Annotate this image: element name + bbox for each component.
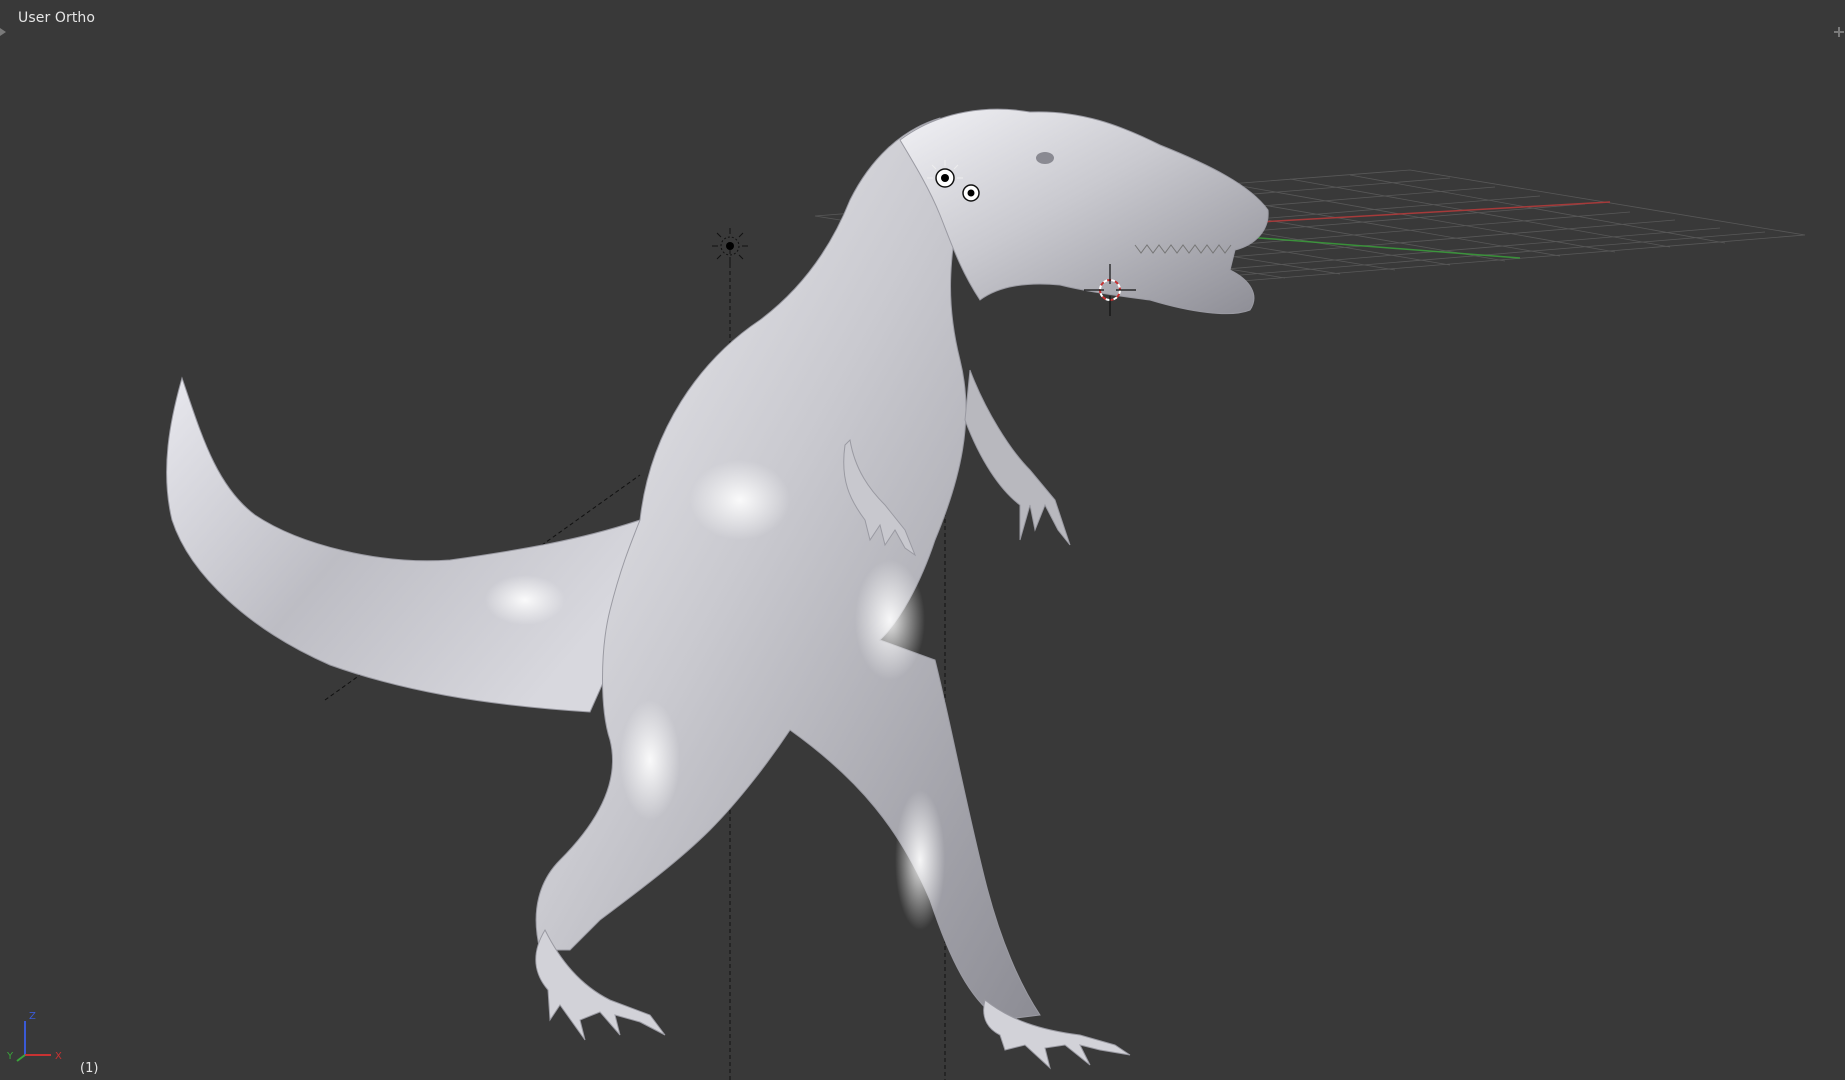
axis-label-x: X (55, 1051, 62, 1062)
axis-label-y: Y (6, 1051, 14, 1062)
specular-highlight (855, 560, 925, 680)
trex-head (899, 108, 1269, 315)
specular-highlight (620, 700, 680, 820)
trex-tail (166, 376, 641, 713)
axis-label-z: Z (29, 1011, 36, 1022)
3d-viewport[interactable]: Z Y X User Ortho (1) (0, 0, 1845, 1080)
lamp-icon[interactable] (712, 228, 748, 264)
add-region-widget-icon[interactable] (1833, 26, 1845, 38)
specular-highlight (690, 460, 790, 540)
specular-highlight (895, 790, 945, 930)
trex-arm-far (964, 369, 1071, 546)
specular-highlight (485, 575, 565, 625)
lamp-icon[interactable] (962, 184, 980, 202)
frame-number-label: (1) (80, 1061, 99, 1076)
scene-canvas[interactable]: Z Y X (0, 0, 1845, 1080)
trex-eye (1036, 152, 1054, 164)
view-name-label: User Ortho (18, 10, 96, 26)
axes-gizmo: Z Y X (6, 1011, 62, 1062)
area-split-widget-icon[interactable] (0, 26, 12, 38)
trex-mesh[interactable] (166, 108, 1269, 1070)
